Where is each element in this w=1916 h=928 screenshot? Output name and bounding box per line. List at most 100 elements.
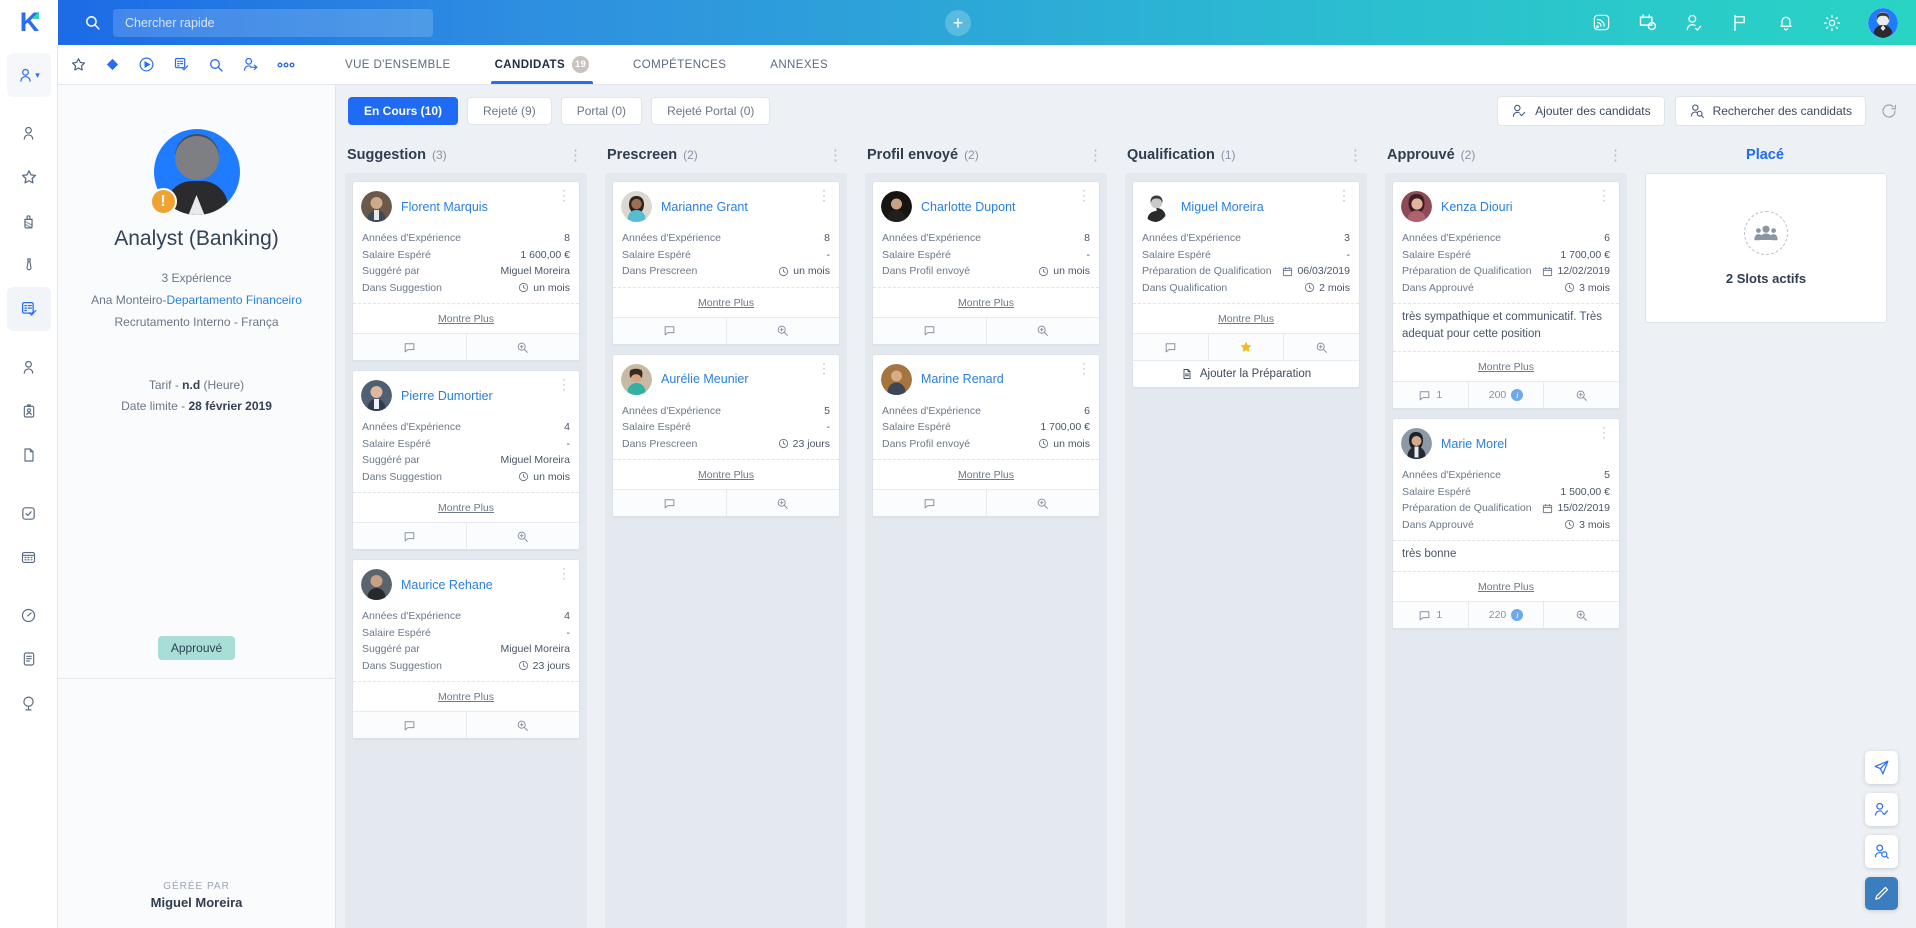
refresh-icon[interactable]: [1876, 102, 1898, 120]
bell-icon[interactable]: [1776, 13, 1796, 33]
show-more-link[interactable]: Montre Plus: [1478, 361, 1534, 373]
candidate-name-link[interactable]: Pierre Dumortier: [401, 389, 493, 403]
zoom-search-icon[interactable]: [985, 490, 1100, 516]
sidebar-item-person[interactable]: [7, 111, 51, 155]
play-circle-icon[interactable]: [138, 56, 155, 73]
show-more-link[interactable]: Montre Plus: [1218, 313, 1274, 325]
candidate-card[interactable]: Pierre Dumortier ⋮ Années d'Expérience 4 …: [352, 370, 580, 550]
candidate-name-link[interactable]: Maurice Rehane: [401, 578, 493, 592]
add-preparation-button[interactable]: Ajouter la Préparation: [1133, 360, 1359, 387]
gear-icon[interactable]: [1822, 13, 1842, 33]
tab-competences[interactable]: COMPÉTENCES: [611, 45, 748, 84]
column-menu-icon[interactable]: ⋮: [1348, 148, 1363, 163]
comment-icon[interactable]: 1: [1393, 602, 1468, 628]
score-badge[interactable]: 200 i: [1467, 382, 1544, 408]
show-more-link[interactable]: Montre Plus: [698, 297, 754, 309]
sidebar-item-person-dropdown[interactable]: ▾: [6, 53, 51, 97]
filter-en-cours[interactable]: En Cours (10): [348, 97, 459, 125]
candidate-name-link[interactable]: Miguel Moreira: [1181, 200, 1264, 214]
comment-icon[interactable]: [873, 318, 986, 344]
active-slots-card[interactable]: 2 Slots actifs: [1645, 173, 1887, 323]
candidate-card[interactable]: Aurélie Meunier ⋮ Années d'Expérience 5 S…: [612, 353, 840, 517]
status-badge[interactable]: Approuvé: [157, 635, 236, 660]
search-candidates-button[interactable]: Rechercher des candidats: [1674, 96, 1866, 126]
diamond-icon[interactable]: [105, 57, 120, 72]
candidate-name-link[interactable]: Marine Renard: [921, 372, 1004, 386]
sidebar-item-tasks[interactable]: [7, 491, 51, 535]
candidate-card[interactable]: Marie Morel ⋮ Années d'Expérience 5 Salai…: [1392, 418, 1620, 629]
zoom-search-icon[interactable]: [465, 523, 580, 549]
calendar-clock-icon[interactable]: [1637, 12, 1658, 33]
star-outline-icon[interactable]: [70, 56, 87, 73]
tab-candidats[interactable]: CANDIDATS 19: [473, 45, 611, 84]
sidebar-item-notes[interactable]: [7, 637, 51, 681]
zoom-search-icon[interactable]: [1283, 334, 1359, 360]
sidebar-item-briefcase[interactable]: [7, 199, 51, 243]
sidebar-item-tie[interactable]: [7, 243, 51, 287]
sidebar-item-jobs[interactable]: [6, 287, 51, 331]
sidebar-item-documents[interactable]: [7, 433, 51, 477]
person-search-icon[interactable]: [1865, 835, 1898, 868]
candidate-card[interactable]: Marine Renard ⋮ Années d'Expérience 6 Sal…: [872, 353, 1100, 517]
star-icon[interactable]: [1207, 334, 1284, 360]
card-menu-icon[interactable]: ⋮: [817, 361, 831, 375]
candidate-name-link[interactable]: Kenza Diouri: [1441, 200, 1513, 214]
edit-pencil-icon[interactable]: [1865, 877, 1898, 910]
person-check-icon[interactable]: [1865, 793, 1898, 826]
candidate-card[interactable]: Florent Marquis ⋮ Années d'Expérience 8 S…: [352, 181, 580, 361]
show-more-link[interactable]: Montre Plus: [438, 313, 494, 325]
tab-annexes[interactable]: ANNEXES: [748, 45, 850, 84]
filter-rejete-portal[interactable]: Rejeté Portal (0): [651, 97, 771, 125]
person-add-icon[interactable]: [1684, 13, 1704, 33]
more-dots-icon[interactable]: [277, 62, 295, 68]
column-menu-icon[interactable]: ⋮: [1088, 148, 1103, 163]
sidebar-item-favorites[interactable]: [7, 155, 51, 199]
zoom-search-icon[interactable]: [1543, 382, 1619, 408]
candidate-card[interactable]: Miguel Moreira ⋮ Années d'Expérience 3 Sa…: [1132, 181, 1360, 388]
job-department-link[interactable]: Departamento Financeiro: [166, 293, 301, 307]
list-check-icon[interactable]: [173, 56, 190, 73]
candidate-name-link[interactable]: Charlotte Dupont: [921, 200, 1016, 214]
candidate-card[interactable]: Kenza Diouri ⋮ Années d'Expérience 6 Sala…: [1392, 181, 1620, 409]
zoom-search-icon[interactable]: [1543, 602, 1619, 628]
candidate-card[interactable]: Charlotte Dupont ⋮ Années d'Expérience 8 …: [872, 181, 1100, 345]
show-more-link[interactable]: Montre Plus: [438, 502, 494, 514]
comment-icon[interactable]: [613, 318, 726, 344]
add-candidates-button[interactable]: Ajouter des candidats: [1497, 96, 1665, 126]
card-menu-icon[interactable]: ⋮: [557, 566, 571, 580]
candidate-card[interactable]: Maurice Rehane ⋮ Années d'Expérience 4 Sa…: [352, 559, 580, 739]
show-more-link[interactable]: Montre Plus: [698, 469, 754, 481]
column-menu-icon[interactable]: ⋮: [1608, 148, 1623, 163]
comment-icon[interactable]: 1: [1393, 382, 1468, 408]
card-menu-icon[interactable]: ⋮: [1337, 188, 1351, 202]
card-menu-icon[interactable]: ⋮: [1077, 361, 1091, 375]
candidate-name-link[interactable]: Marie Morel: [1441, 437, 1507, 451]
sidebar-item-badge[interactable]: [7, 389, 51, 433]
app-logo[interactable]: K: [0, 0, 58, 45]
tab-vue-densemble[interactable]: VUE D'ENSEMBLE: [323, 45, 473, 84]
comment-icon[interactable]: [353, 334, 466, 360]
zoom-search-icon[interactable]: [465, 712, 580, 738]
column-menu-icon[interactable]: ⋮: [568, 148, 583, 163]
card-menu-icon[interactable]: ⋮: [1597, 425, 1611, 439]
column-menu-icon[interactable]: ⋮: [828, 148, 843, 163]
sidebar-item-calendar[interactable]: [7, 535, 51, 579]
sidebar-item-contact[interactable]: [7, 345, 51, 389]
filter-portal[interactable]: Portal (0): [560, 97, 643, 125]
score-badge[interactable]: 220 i: [1467, 602, 1544, 628]
zoom-search-icon[interactable]: [725, 490, 840, 516]
candidate-card[interactable]: Marianne Grant ⋮ Années d'Expérience 8 Sa…: [612, 181, 840, 345]
zoom-search-icon[interactable]: [465, 334, 580, 360]
search-input[interactable]: [113, 8, 433, 37]
add-new-button[interactable]: +: [945, 9, 971, 36]
card-menu-icon[interactable]: ⋮: [1077, 188, 1091, 202]
candidate-name-link[interactable]: Aurélie Meunier: [661, 372, 749, 386]
sidebar-item-reports[interactable]: [7, 593, 51, 637]
send-icon[interactable]: [1865, 751, 1898, 784]
candidate-name-link[interactable]: Marianne Grant: [661, 200, 748, 214]
show-more-link[interactable]: Montre Plus: [438, 691, 494, 703]
show-more-link[interactable]: Montre Plus: [958, 469, 1014, 481]
show-more-link[interactable]: Montre Plus: [1478, 581, 1534, 593]
search-icon[interactable]: [208, 57, 224, 73]
zoom-search-icon[interactable]: [725, 317, 840, 344]
